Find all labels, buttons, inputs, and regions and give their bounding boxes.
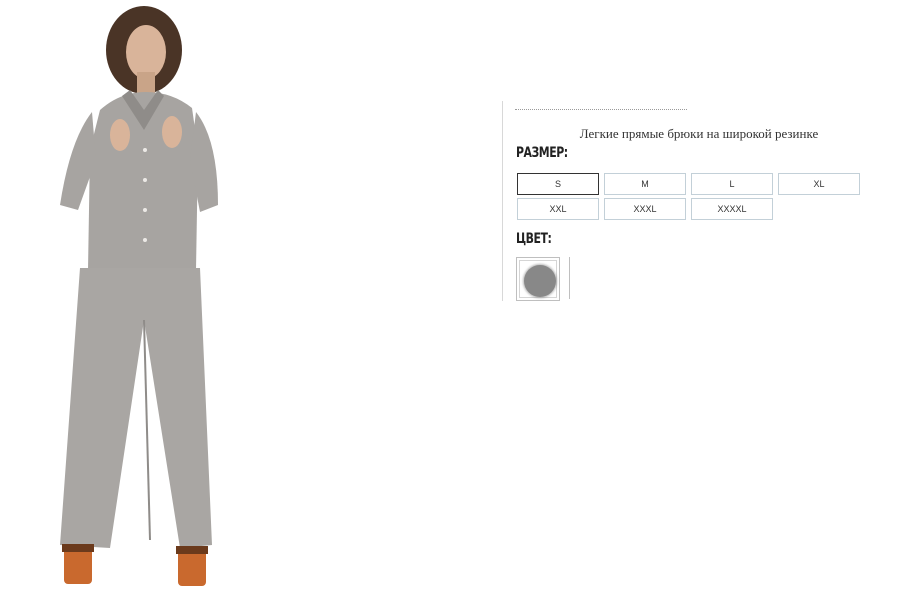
model-image	[60, 6, 218, 586]
color-swatch-partial[interactable]	[569, 257, 574, 299]
divider	[515, 109, 687, 110]
size-option-m[interactable]: M	[604, 173, 686, 195]
size-label: Размер:	[516, 145, 568, 161]
size-option-s[interactable]: S	[517, 173, 599, 195]
product-info-panel: Легкие прямые брюки на широкой резинке Р…	[502, 101, 893, 301]
size-options: S M L XL XXL XXXL XXXXL	[517, 173, 883, 223]
size-option-xxxl[interactable]: XXXL	[604, 198, 686, 220]
size-option-xl[interactable]: XL	[778, 173, 860, 195]
size-option-xxl[interactable]: XXL	[517, 198, 599, 220]
product-photo[interactable]	[40, 0, 240, 601]
size-option-l[interactable]: L	[691, 173, 773, 195]
color-dot	[524, 265, 556, 297]
product-page: Легкие прямые брюки на широкой резинке Р…	[0, 0, 921, 601]
color-swatch-grey[interactable]	[516, 257, 560, 301]
size-option-xxxxl[interactable]: XXXXL	[691, 198, 773, 220]
product-title: Легкие прямые брюки на широкой резинке	[579, 126, 819, 141]
swatch-frame	[519, 260, 557, 298]
color-label: Цвет:	[516, 231, 552, 247]
